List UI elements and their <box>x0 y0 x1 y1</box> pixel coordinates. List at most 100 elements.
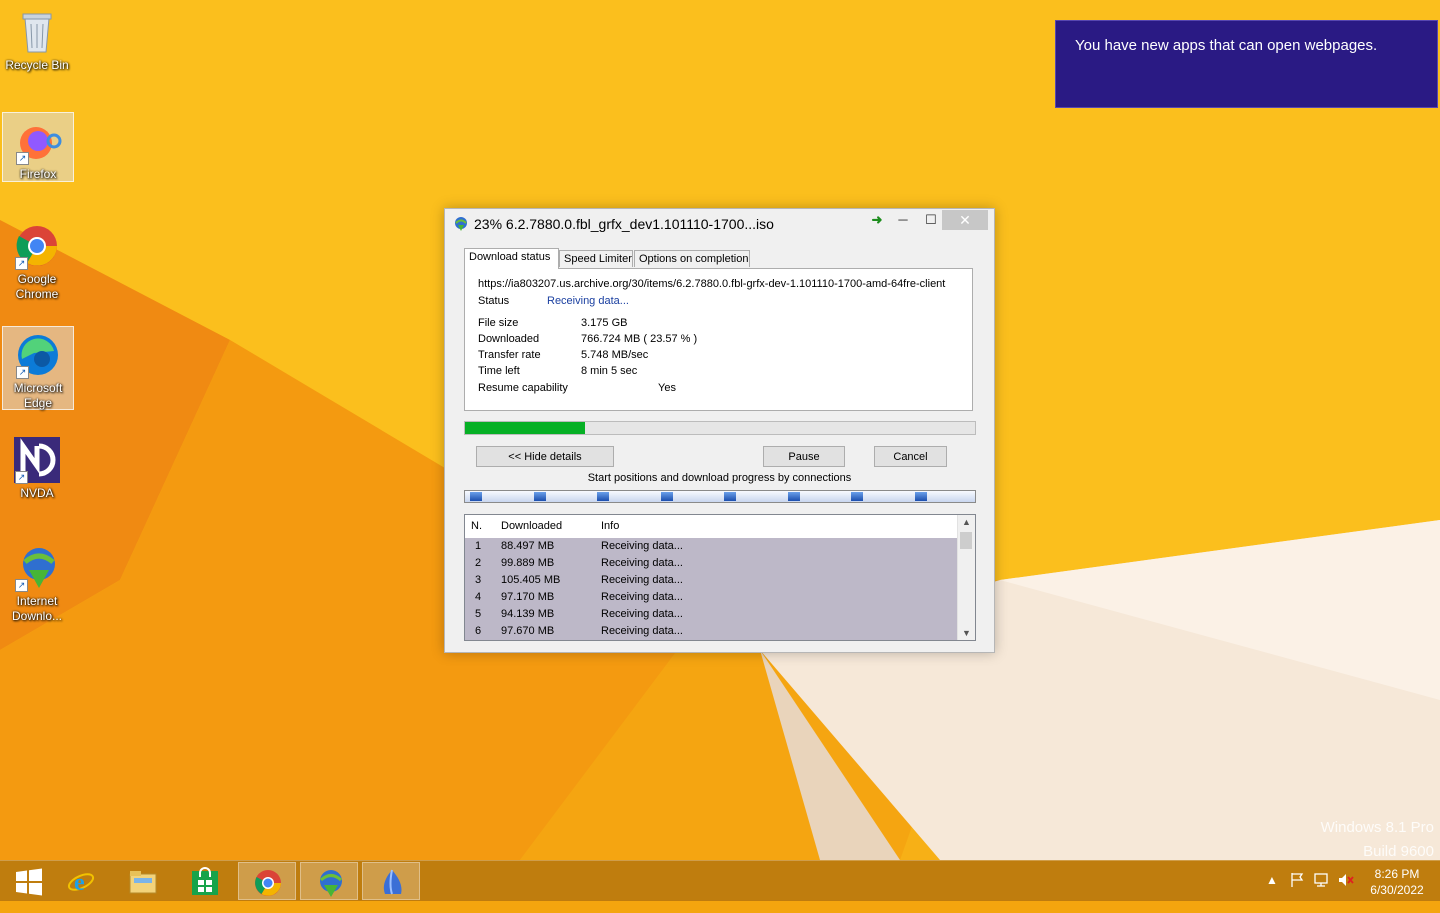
downloaded-value: 766.724 MB ( 23.57 % ) <box>581 333 698 345</box>
taskbar-store[interactable] <box>176 862 234 900</box>
connection-info: Receiving data... <box>601 591 683 603</box>
dialog-title: 23% 6.2.7880.0.fbl_grfx_dev1.101110-1700… <box>474 216 774 232</box>
connection-downloaded: 105.405 MB <box>501 574 561 586</box>
connection-info: Receiving data... <box>601 540 683 552</box>
downloaded-label: Downloaded <box>478 333 540 345</box>
chrome-icon: ↗ <box>13 222 61 270</box>
shortcut-arrow-icon: ↗ <box>16 366 29 379</box>
desktop-icon-nvda[interactable]: ↗ NVDA <box>2 432 72 501</box>
clock-time: 8:26 PM <box>1374 867 1420 881</box>
maximize-button[interactable]: ☐ <box>921 210 941 230</box>
connection-row[interactable]: 5 94.139 MB Receiving data... <box>465 606 957 623</box>
connection-number: 4 <box>475 591 482 603</box>
desktop-icon-label: Recycle Bin <box>5 58 69 72</box>
nvda-icon: ↗ <box>13 436 61 484</box>
connections-caption: Start positions and download progress by… <box>587 472 852 484</box>
file-size-value: 3.175 GB <box>581 317 628 329</box>
windows-logo-icon <box>16 868 42 896</box>
transfer-rate-label: Transfer rate <box>478 349 541 361</box>
connection-downloaded: 88.497 MB <box>501 540 555 552</box>
shortcut-arrow-icon: ↗ <box>15 579 28 592</box>
desktop-icon-google-chrome[interactable]: ↗ Google Chrome <box>2 218 72 302</box>
idm-icon <box>455 217 467 231</box>
connection-downloaded: 97.670 MB <box>501 625 555 637</box>
connections-list-header: N. Downloaded Info <box>465 515 957 538</box>
scroll-down-icon[interactable]: ▼ <box>958 626 975 640</box>
pause-button[interactable]: Pause <box>763 446 845 467</box>
desktop-icon-recycle-bin[interactable]: Recycle Bin <box>2 4 72 73</box>
watermark-edition: Windows 8.1 Pro <box>1320 819 1434 836</box>
scroll-up-icon[interactable]: ▲ <box>958 515 975 529</box>
connection-number: 6 <box>475 625 482 637</box>
minimize-to-tray-button[interactable]: ➜ <box>867 210 887 230</box>
connections-list-scrollbar[interactable]: ▲ ▼ <box>957 515 975 640</box>
resume-capability-value: Yes <box>658 382 676 394</box>
toast-notification[interactable]: You have new apps that can open webpages… <box>1055 20 1438 108</box>
connection-number: 1 <box>475 540 482 552</box>
connection-number: 2 <box>475 557 482 569</box>
folder-icon <box>129 871 157 894</box>
desktop-icon-microsoft-edge[interactable]: ↗ Microsoft Edge <box>2 326 74 410</box>
clock-date: 6/30/2022 <box>1370 883 1424 897</box>
taskbar-chrome[interactable] <box>238 862 296 900</box>
connections-progress-bar <box>464 490 976 503</box>
minimize-button[interactable]: ─ <box>893 210 913 230</box>
connection-row[interactable]: 3 105.405 MB Receiving data... <box>465 572 957 589</box>
download-url: https://ia803207.us.archive.org/30/items… <box>478 278 946 290</box>
connection-progress-mark <box>661 492 673 501</box>
connection-progress-mark <box>470 492 482 501</box>
firefox-icon: ↗ <box>14 117 62 165</box>
hide-details-button[interactable]: << Hide details <box>476 446 614 467</box>
shortcut-arrow-icon: ↗ <box>15 257 28 270</box>
volume-muted-icon[interactable] <box>1337 872 1355 912</box>
recycle-bin-icon <box>13 8 61 56</box>
download-progress-bar <box>464 421 976 435</box>
tab-download-status[interactable]: Download status <box>464 248 559 269</box>
desktop-icon-label: NVDA <box>20 486 54 500</box>
status-label: Status <box>478 295 510 307</box>
connections-list: N. Downloaded Info 1 88.497 MB Receiving… <box>464 514 976 641</box>
desktop-icon-label: Microsoft Edge <box>13 381 63 410</box>
tab-options-on-completion[interactable]: Options on completion <box>634 250 750 267</box>
connection-progress-mark <box>915 492 927 501</box>
store-icon <box>192 867 218 895</box>
action-center-flag-icon[interactable] <box>1289 872 1305 912</box>
close-button[interactable]: ✕ <box>942 210 988 230</box>
cancel-button[interactable]: Cancel <box>874 446 947 467</box>
desktop-icon-firefox[interactable]: ↗ Firefox <box>2 112 74 182</box>
tab-speed-limiter[interactable]: Speed Limiter <box>559 250 633 267</box>
taskbar-clock[interactable]: 8:26 PM 6/30/2022 <box>1362 866 1432 898</box>
file-size-label: File size <box>478 317 519 329</box>
scrollbar-thumb[interactable] <box>960 532 972 549</box>
desktop-icon-internet-download-manager[interactable]: ↗ Internet Downlo... <box>2 540 72 624</box>
network-icon[interactable] <box>1313 872 1331 912</box>
connection-row[interactable]: 2 99.889 MB Receiving data... <box>465 555 957 572</box>
column-header-number[interactable]: N. <box>471 520 482 532</box>
column-header-downloaded[interactable]: Downloaded <box>501 520 562 532</box>
start-button[interactable] <box>0 862 58 900</box>
chrome-icon <box>255 870 281 896</box>
column-header-info[interactable]: Info <box>601 520 619 532</box>
taskbar-internet-download-manager[interactable] <box>300 862 358 900</box>
connection-downloaded: 97.170 MB <box>501 591 555 603</box>
connection-row[interactable]: 1 88.497 MB Receiving data... <box>465 538 957 555</box>
taskbar-app[interactable] <box>362 862 420 900</box>
connection-progress-mark <box>534 492 546 501</box>
download-progress-dialog: 23% 6.2.7880.0.fbl_grfx_dev1.101110-1700… <box>444 208 995 653</box>
idm-icon <box>319 870 343 897</box>
connection-info: Receiving data... <box>601 557 683 569</box>
edge-icon: ↗ <box>14 331 62 379</box>
dialog-titlebar[interactable]: 23% 6.2.7880.0.fbl_grfx_dev1.101110-1700… <box>445 209 994 239</box>
connection-progress-mark <box>788 492 800 501</box>
connection-row[interactable]: 6 97.670 MB Receiving data... <box>465 623 957 640</box>
desktop-icon-label: Firefox <box>19 167 57 181</box>
show-hidden-icons-button[interactable]: ▲ <box>1266 873 1278 913</box>
taskbar-file-explorer[interactable] <box>114 862 172 900</box>
download-status-panel: https://ia803207.us.archive.org/30/items… <box>464 268 973 411</box>
shortcut-arrow-icon: ↗ <box>15 471 28 484</box>
taskbar-internet-explorer[interactable]: e <box>52 862 110 900</box>
connection-row[interactable]: 4 97.170 MB Receiving data... <box>465 589 957 606</box>
connection-downloaded: 94.139 MB <box>501 608 555 620</box>
status-value: Receiving data... <box>547 295 629 307</box>
connection-number: 3 <box>475 574 482 586</box>
